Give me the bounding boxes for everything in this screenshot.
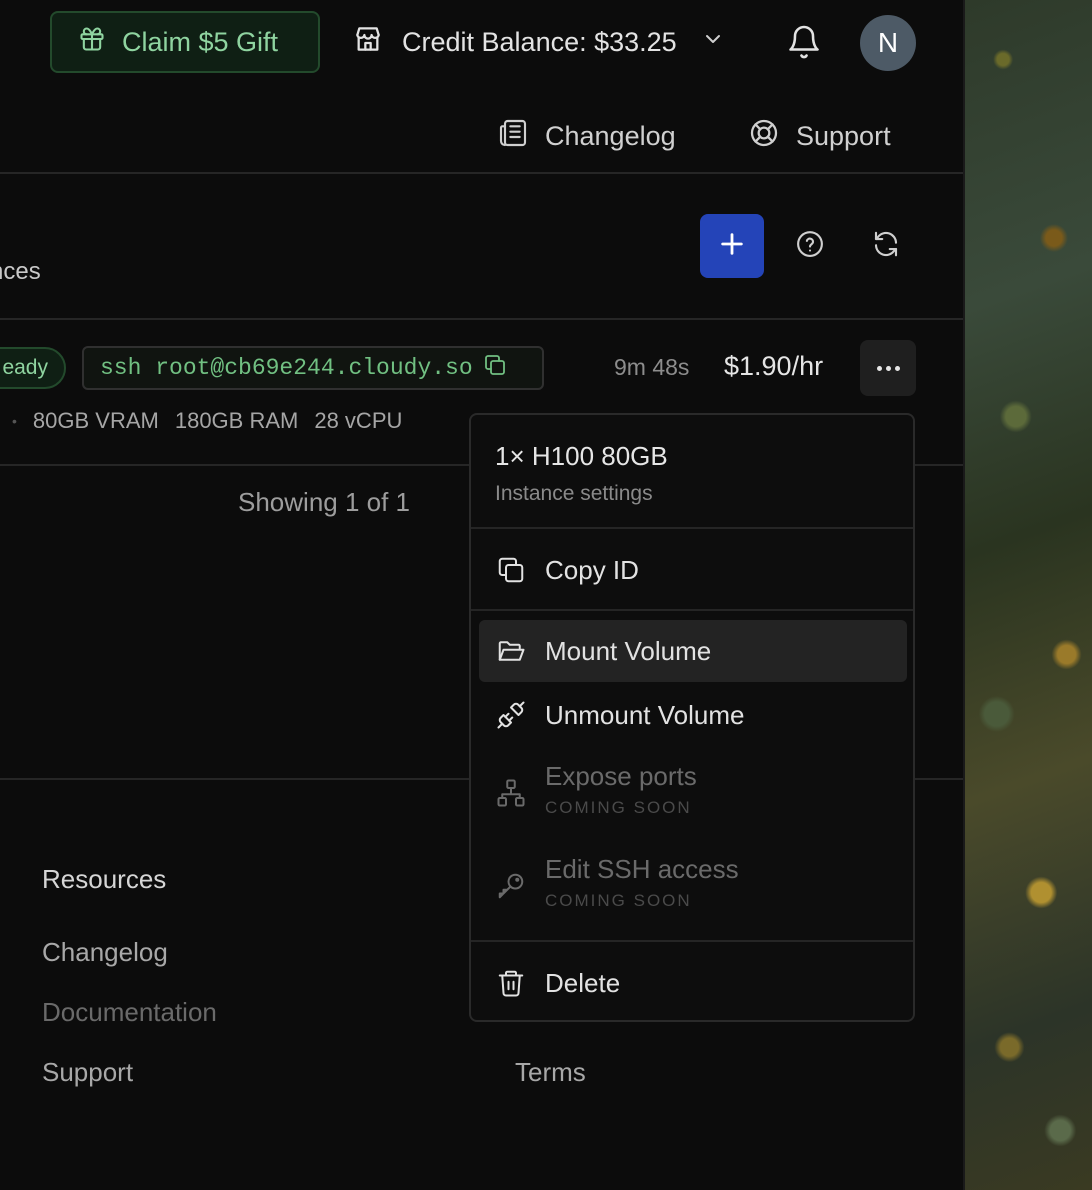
instance-actions-menu: 1× H100 80GB Instance settings Copy ID M… (469, 413, 915, 1022)
instance-specs: • 80GB VRAM 180GB RAM 28 vCPU (12, 408, 402, 434)
menu-item-edit-ssh-access: Edit SSH access COMING SOON (479, 848, 907, 928)
status-badge: eady (0, 347, 66, 389)
store-icon (352, 23, 384, 62)
lifebuoy-icon (748, 117, 780, 156)
footer-link-support[interactable]: Support (42, 1057, 133, 1088)
expose-ports-label: Expose ports (545, 761, 697, 791)
app-window: Claim $5 Gift Credit Balance: $33.25 N C… (0, 0, 963, 1190)
newspaper-icon (497, 117, 529, 156)
unplug-icon (495, 699, 527, 731)
credit-balance-label: Credit Balance: $33.25 (402, 26, 677, 57)
menu-item-unmount-volume[interactable]: Unmount Volume (479, 684, 907, 746)
pagination-text: Showing 1 of 1 (238, 487, 411, 517)
coming-soon-note: COMING SOON (545, 891, 692, 910)
claim-gift-label: Claim $5 Gift (122, 26, 279, 57)
coming-soon-note: COMING SOON (545, 798, 692, 817)
more-dots-icon (876, 365, 882, 371)
footer-link-documentation[interactable]: Documentation (42, 997, 217, 1028)
menu-item-expose-ports: Expose ports COMING SOON (479, 755, 907, 835)
delete-label: Delete (545, 967, 621, 998)
menu-subtitle: Instance settings (495, 482, 653, 505)
refresh-button[interactable] (862, 222, 910, 270)
copy-icon (495, 554, 527, 586)
avatar[interactable]: N (860, 15, 916, 71)
plus-icon (718, 230, 746, 263)
edit-ssh-text: Edit SSH access COMING SOON (545, 854, 739, 911)
menu-item-copy-id[interactable]: Copy ID (479, 539, 907, 601)
footer-link-changelog[interactable]: Changelog (42, 937, 168, 968)
menu-title: 1× H100 80GB (495, 441, 668, 471)
menu-divider (471, 609, 913, 611)
section-title: nces (0, 258, 41, 285)
spec-vram: 80GB VRAM (32, 408, 159, 433)
changelog-link[interactable]: Changelog (497, 112, 676, 160)
ssh-command-text: ssh root@cb69e244.cloudy.so (100, 355, 473, 381)
header-divider (0, 172, 963, 174)
expose-ports-text: Expose ports COMING SOON (545, 761, 697, 818)
menu-header: 1× H100 80GB Instance settings (495, 441, 668, 506)
price-text: $1.90/hr (724, 351, 824, 381)
spec-separator: • (12, 413, 17, 429)
add-instance-button[interactable] (700, 214, 764, 278)
menu-divider (471, 527, 913, 529)
uptime-text: 9m 48s (614, 354, 690, 380)
more-options-button[interactable] (860, 340, 916, 396)
spec-vcpu: 28 vCPU (314, 408, 403, 433)
chevron-down-icon (701, 27, 725, 58)
copy-icon[interactable] (483, 353, 507, 384)
menu-divider (471, 940, 913, 942)
menu-item-mount-volume[interactable]: Mount Volume (479, 620, 907, 682)
ssh-command-chip[interactable]: ssh root@cb69e244.cloudy.so (82, 346, 544, 390)
trash-icon (495, 967, 527, 999)
gift-icon (78, 25, 106, 60)
changelog-label: Changelog (545, 120, 676, 151)
section-divider (0, 318, 963, 320)
help-circle-icon (795, 229, 825, 264)
resources-heading: Resources (42, 864, 167, 894)
key-icon (495, 870, 527, 902)
support-label: Support (796, 120, 891, 151)
spec-ram: 180GB RAM (174, 408, 299, 433)
edit-ssh-label: Edit SSH access (545, 854, 739, 884)
copy-id-label: Copy ID (545, 554, 639, 585)
desktop-wallpaper (963, 0, 1092, 1190)
claim-gift-button[interactable]: Claim $5 Gift (50, 11, 320, 73)
network-icon (495, 777, 527, 809)
footer-link-terms[interactable]: Terms (515, 1057, 586, 1088)
refresh-icon (871, 229, 901, 264)
mount-volume-label: Mount Volume (545, 635, 712, 666)
folder-open-icon (495, 635, 527, 667)
support-link[interactable]: Support (748, 112, 891, 160)
menu-item-delete[interactable]: Delete (479, 952, 907, 1014)
help-button[interactable] (786, 222, 834, 270)
credit-balance-dropdown[interactable]: Credit Balance: $33.25 (352, 14, 725, 70)
bell-icon[interactable] (786, 24, 822, 65)
unmount-volume-label: Unmount Volume (545, 699, 745, 730)
